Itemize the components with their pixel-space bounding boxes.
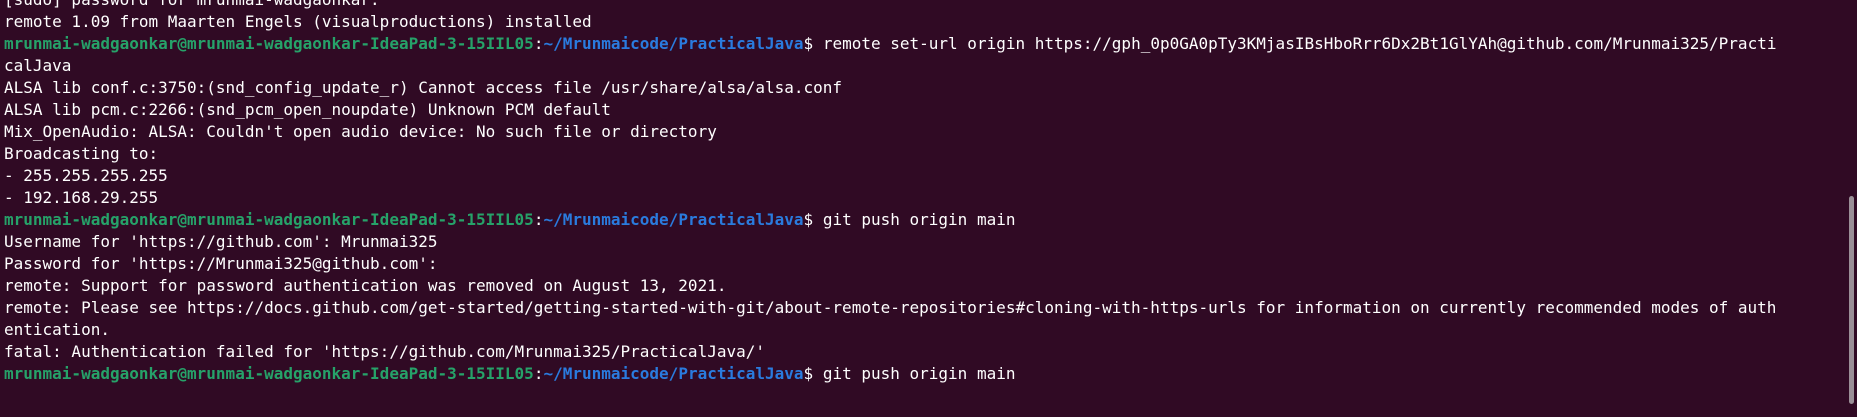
output-line: Username for 'https://github.com': Mrunm…	[4, 232, 438, 251]
output-line: remote: Please see https://docs.github.c…	[4, 298, 1777, 317]
output-line: ALSA lib conf.c:3750:(snd_config_update_…	[4, 78, 843, 97]
prompt-path: ~/Mrunmaicode/PracticalJava	[543, 364, 804, 383]
output-line: ALSA lib pcm.c:2266:(snd_pcm_open_noupda…	[4, 100, 611, 119]
output-line: remote: Support for password authenticat…	[4, 276, 727, 295]
terminal-output: [sudo] password for mrunmai-wadgaonkar:r…	[4, 0, 1841, 385]
output-line: Password for 'https://Mrunmai325@github.…	[4, 254, 438, 273]
output-line: remote 1.09 from Maarten Engels (visualp…	[4, 12, 592, 31]
terminal-window[interactable]: [sudo] password for mrunmai-wadgaonkar:r…	[0, 0, 1857, 417]
prompt-separator: :	[533, 210, 544, 229]
output-line: [sudo] password for mrunmai-wadgaonkar:	[4, 0, 1841, 11]
prompt-command: $ remote set-url origin https://gph_0p0G…	[803, 34, 1777, 53]
prompt-user-host: mrunmai-wadgaonkar@mrunmai-wadgaonkar-Id…	[4, 210, 534, 229]
prompt-line: mrunmai-wadgaonkar@mrunmai-wadgaonkar-Id…	[4, 33, 1841, 55]
output-line: - 192.168.29.255	[4, 188, 159, 207]
prompt-separator: :	[533, 34, 544, 53]
prompt-path: ~/Mrunmaicode/PracticalJava	[543, 34, 804, 53]
prompt-user-host: mrunmai-wadgaonkar@mrunmai-wadgaonkar-Id…	[4, 364, 534, 383]
prompt-command: $ git push origin main	[803, 210, 1016, 229]
prompt-path: ~/Mrunmaicode/PracticalJava	[543, 210, 804, 229]
output-line: fatal: Authentication failed for 'https:…	[4, 342, 765, 361]
output-line: entication.	[4, 320, 110, 339]
prompt-command: $ git push origin main	[803, 364, 1016, 383]
output-line: Broadcasting to:	[4, 144, 159, 163]
prompt-separator: :	[533, 364, 544, 383]
prompt-line: mrunmai-wadgaonkar@mrunmai-wadgaonkar-Id…	[4, 209, 1841, 231]
vertical-scrollbar[interactable]	[1849, 196, 1854, 404]
prompt-user-host: mrunmai-wadgaonkar@mrunmai-wadgaonkar-Id…	[4, 34, 534, 53]
output-line: Mix_OpenAudio: ALSA: Couldn't open audio…	[4, 122, 717, 141]
output-line: calJava	[4, 56, 72, 75]
prompt-line: mrunmai-wadgaonkar@mrunmai-wadgaonkar-Id…	[4, 363, 1841, 385]
output-line: - 255.255.255.255	[4, 166, 168, 185]
